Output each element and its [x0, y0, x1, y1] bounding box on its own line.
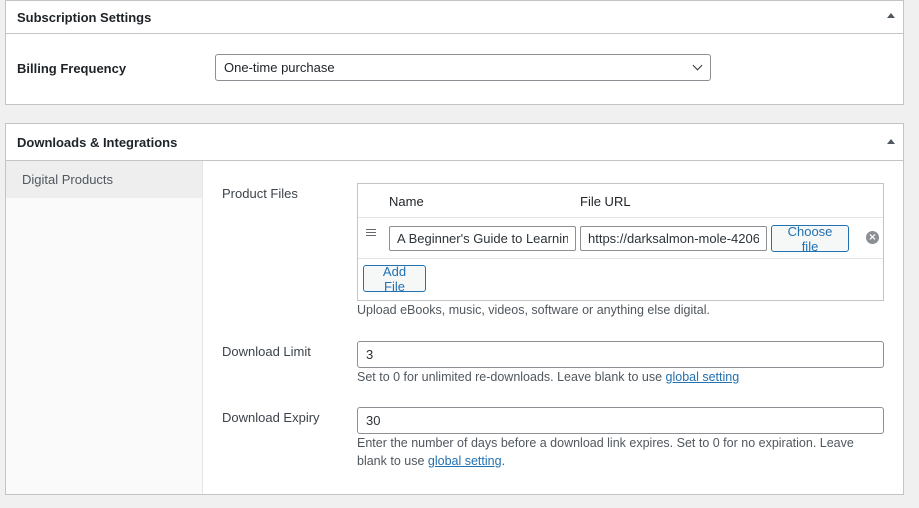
- download-expiry-input[interactable]: [357, 407, 884, 434]
- column-header-name: Name: [389, 194, 424, 209]
- collapse-triangle-icon[interactable]: [887, 13, 895, 18]
- global-setting-link[interactable]: global setting: [428, 454, 502, 468]
- download-expiry-help-suffix: .: [501, 454, 506, 468]
- files-table-header: Name File URL: [358, 184, 883, 218]
- column-header-file-url: File URL: [580, 194, 631, 209]
- file-name-input[interactable]: [389, 226, 576, 251]
- billing-frequency-value: One-time purchase: [224, 60, 335, 75]
- billing-frequency-label: Billing Frequency: [17, 61, 127, 76]
- file-url-input[interactable]: [580, 226, 767, 251]
- billing-frequency-select[interactable]: One-time purchase: [215, 54, 711, 81]
- billing-frequency-row: Billing Frequency One-time purchase: [17, 54, 903, 82]
- add-file-button[interactable]: Add File: [363, 264, 426, 294]
- product-files-table: Name File URL Choose file × Add File: [357, 183, 884, 301]
- downloads-integrations-panel: Downloads & Integrations Digital Product…: [5, 123, 904, 495]
- download-limit-help: Set to 0 for unlimited re-downloads. Lea…: [357, 368, 739, 386]
- choose-file-button[interactable]: Choose file: [771, 224, 849, 254]
- downloads-integrations-header[interactable]: Downloads & Integrations: [6, 124, 903, 161]
- panel-title: Downloads & Integrations: [17, 134, 178, 150]
- side-nav: Digital Products: [6, 161, 203, 494]
- downloads-body: Digital Products Product Files Name File…: [6, 161, 903, 494]
- remove-icon[interactable]: ×: [866, 231, 879, 244]
- download-limit-help-text: Set to 0 for unlimited re-downloads. Lea…: [357, 370, 666, 384]
- drag-handle-icon[interactable]: [366, 229, 376, 238]
- global-setting-link[interactable]: global setting: [666, 370, 740, 384]
- download-expiry-help: Enter the number of days before a downlo…: [357, 434, 877, 470]
- download-limit-input[interactable]: [357, 341, 884, 368]
- subscription-settings-header[interactable]: Subscription Settings: [6, 1, 903, 34]
- product-files-help: Upload eBooks, music, videos, software o…: [357, 303, 710, 317]
- download-limit-label: Download Limit: [222, 344, 311, 359]
- chevron-down-icon: [692, 60, 703, 71]
- download-expiry-label: Download Expiry: [222, 410, 320, 425]
- file-row: Choose file ×: [358, 218, 883, 259]
- collapse-triangle-icon[interactable]: [887, 139, 895, 144]
- product-files-label: Product Files: [222, 186, 298, 201]
- subscription-settings-panel: Subscription Settings Billing Frequency …: [5, 0, 904, 105]
- tab-digital-products[interactable]: Digital Products: [6, 161, 202, 198]
- panel-title: Subscription Settings: [17, 9, 152, 25]
